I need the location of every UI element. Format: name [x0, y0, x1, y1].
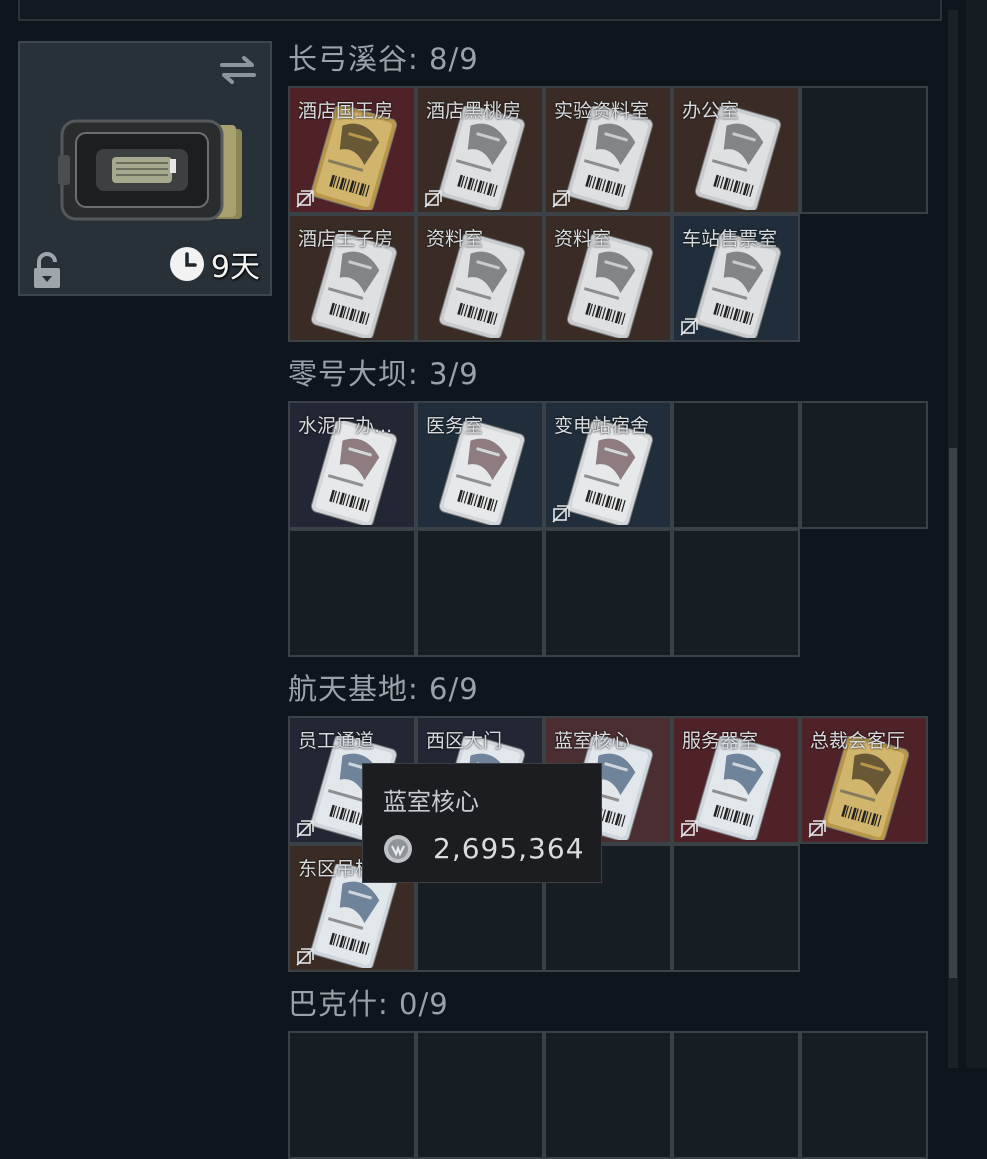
keycard-slot[interactable]: 车站售票室	[672, 214, 800, 342]
top-panel-edge	[18, 0, 942, 21]
no-transfer-icon	[552, 190, 570, 208]
keycard-label: 酒店王子房	[298, 228, 394, 250]
empty-slot[interactable]	[288, 529, 416, 657]
empty-slot[interactable]	[544, 529, 672, 657]
keycard-slot[interactable]: 服务器室	[672, 716, 800, 844]
keycard-label: 水泥厂办...	[298, 415, 393, 437]
empty-slot[interactable]	[672, 1031, 800, 1159]
keycard-slot[interactable]: 酒店国王房	[288, 86, 416, 214]
keycard-label: 资料室	[554, 228, 612, 250]
no-transfer-icon	[296, 948, 314, 966]
keycard-label: 办公室	[682, 100, 740, 122]
empty-slot[interactable]	[288, 1031, 416, 1159]
keycard-label: 蓝室核心	[554, 730, 631, 752]
keycard-label: 医务室	[426, 415, 484, 437]
empty-slot[interactable]	[672, 529, 800, 657]
empty-slot[interactable]	[416, 529, 544, 657]
keycard-label: 变电站宿舍	[554, 415, 650, 437]
timer-text: 9天	[210, 250, 260, 285]
keycard-slot[interactable]: 办公室	[672, 86, 800, 214]
empty-slot[interactable]	[800, 1031, 928, 1159]
keycard-label: 员工通道	[298, 730, 375, 752]
right-edge-panel	[966, 0, 987, 1068]
currency-icon	[384, 835, 412, 863]
keycard-label: 实验资料室	[554, 100, 650, 122]
no-transfer-icon	[296, 190, 314, 208]
section-title: 巴克什: 0/9	[288, 987, 449, 1021]
keycard-label: 酒店黑桃房	[426, 100, 522, 122]
keycard-case-image	[58, 119, 242, 221]
keycard-label: 服务器室	[682, 730, 759, 752]
no-transfer-icon	[424, 190, 442, 208]
keycard-label: 西区大门	[426, 730, 503, 752]
tooltip-price: 2,695,364	[433, 832, 585, 865]
keycard-label: 资料室	[426, 228, 484, 250]
empty-slot[interactable]	[672, 401, 800, 529]
tooltip-item-name: 蓝室核心	[383, 788, 479, 816]
no-transfer-icon	[808, 820, 826, 838]
keycard-slot[interactable]: 资料室	[544, 214, 672, 342]
keycard-slot[interactable]: 水泥厂办...	[288, 401, 416, 529]
keycard-slot[interactable]: 总裁会客厅	[800, 716, 928, 844]
keycard-slot[interactable]: 资料室	[416, 214, 544, 342]
keycard-label: 酒店国王房	[298, 100, 394, 122]
keycard-slot[interactable]: 医务室	[416, 401, 544, 529]
no-transfer-icon	[552, 505, 570, 523]
no-transfer-icon	[680, 820, 698, 838]
empty-slot[interactable]	[800, 401, 928, 529]
section-title: 长弓溪谷: 8/9	[288, 42, 479, 76]
keycard-label: 车站售票室	[682, 228, 778, 250]
section-title: 零号大坝: 3/9	[288, 357, 479, 391]
section-title: 航天基地: 6/9	[288, 672, 479, 706]
keycard-label: 总裁会客厅	[810, 730, 906, 752]
keycard-slot[interactable]: 酒店王子房	[288, 214, 416, 342]
swap-icon[interactable]	[218, 53, 258, 87]
empty-slot[interactable]	[416, 1031, 544, 1159]
empty-slot[interactable]	[800, 86, 928, 214]
expiry-timer: 9天	[169, 242, 260, 286]
keycard-slot[interactable]: 变电站宿舍	[544, 401, 672, 529]
keycard-slot[interactable]: 酒店黑桃房	[416, 86, 544, 214]
empty-slot[interactable]	[544, 1031, 672, 1159]
keycard-container-slot[interactable]: 9天	[18, 41, 272, 296]
no-transfer-icon	[296, 820, 314, 838]
scrollbar-thumb[interactable]	[949, 448, 957, 978]
item-tooltip: 蓝室核心 2,695,364	[362, 763, 602, 883]
empty-slot[interactable]	[672, 844, 800, 972]
no-transfer-icon	[680, 318, 698, 336]
unlock-icon[interactable]	[32, 252, 62, 290]
clock-icon	[169, 247, 204, 281]
keycard-slot[interactable]: 实验资料室	[544, 86, 672, 214]
